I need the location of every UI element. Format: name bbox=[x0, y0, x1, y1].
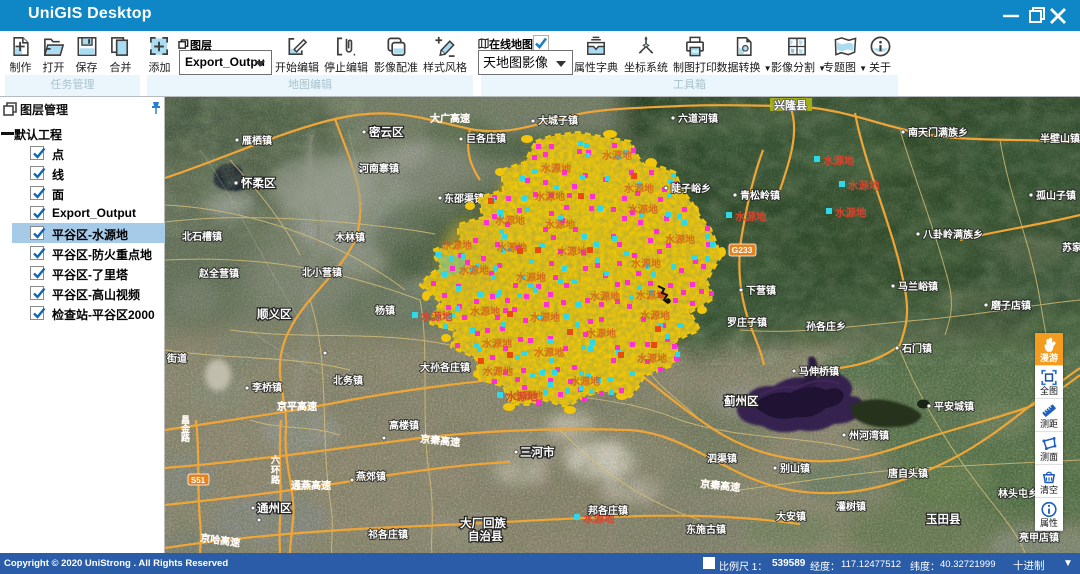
svg-text:木林镇: 木林镇 bbox=[334, 231, 365, 244]
svg-text:平安城镇: 平安城镇 bbox=[934, 400, 974, 413]
svg-text:水源地: 水源地 bbox=[635, 289, 666, 302]
svg-text:马伸桥镇: 马伸桥镇 bbox=[799, 365, 839, 378]
svg-text:大孙各庄镇: 大孙各庄镇 bbox=[420, 361, 470, 374]
svg-text:昌金路: 昌金路 bbox=[180, 415, 191, 443]
svg-text:水源地: 水源地 bbox=[515, 271, 546, 284]
svg-text:北石槽镇: 北石槽镇 bbox=[182, 230, 222, 243]
svg-text:水源地: 水源地 bbox=[630, 257, 661, 270]
svg-text:六环路: 六环路 bbox=[270, 454, 281, 485]
svg-text:通燕高速: 通燕高速 bbox=[291, 479, 331, 492]
svg-text:孙各庄乡: 孙各庄乡 bbox=[806, 320, 846, 333]
svg-text:大城子镇: 大城子镇 bbox=[538, 114, 578, 127]
svg-text:孤山子镇: 孤山子镇 bbox=[1036, 189, 1076, 202]
svg-text:水源地: 水源地 bbox=[420, 310, 453, 323]
svg-text:河南寨镇: 河南寨镇 bbox=[359, 162, 399, 175]
svg-text:马兰峪镇: 马兰峪镇 bbox=[898, 280, 938, 293]
svg-text:水源地: 水源地 bbox=[496, 241, 527, 254]
svg-text:兴隆县: 兴隆县 bbox=[774, 98, 807, 112]
svg-text:罗庄子镇: 罗庄子镇 bbox=[727, 316, 767, 329]
svg-text:水源地: 水源地 bbox=[734, 210, 767, 223]
svg-text:水源地: 水源地 bbox=[627, 203, 658, 216]
svg-text:李桥镇: 李桥镇 bbox=[251, 381, 282, 394]
svg-text:三河市: 三河市 bbox=[520, 445, 555, 459]
svg-text:水源地: 水源地 bbox=[822, 154, 855, 167]
svg-text:水源地: 水源地 bbox=[505, 390, 538, 403]
svg-text:青松岭镇: 青松岭镇 bbox=[740, 189, 780, 202]
svg-text:水源地: 水源地 bbox=[441, 239, 472, 252]
svg-text:水源地: 水源地 bbox=[636, 352, 667, 365]
svg-text:水源地: 水源地 bbox=[569, 375, 600, 388]
svg-text:高楼镇: 高楼镇 bbox=[389, 419, 419, 432]
svg-text:半壁山镇: 半壁山镇 bbox=[1040, 132, 1080, 145]
svg-text:水源地: 水源地 bbox=[601, 149, 632, 162]
svg-text:水源地: 水源地 bbox=[469, 305, 500, 318]
svg-text:杨镇: 杨镇 bbox=[375, 304, 395, 317]
svg-text:水源地: 水源地 bbox=[481, 337, 512, 350]
svg-text:北务镇: 北务镇 bbox=[333, 374, 363, 387]
svg-text:祁各庄镇: 祁各庄镇 bbox=[368, 528, 408, 541]
svg-text:京平高速: 京平高速 bbox=[277, 400, 317, 413]
svg-text:水源地: 水源地 bbox=[623, 182, 654, 195]
svg-text:水源地: 水源地 bbox=[534, 190, 565, 203]
svg-text:通州区: 通州区 bbox=[257, 502, 292, 515]
svg-text:磨子店镇: 磨子店镇 bbox=[990, 299, 1031, 312]
svg-text:唐自头镇: 唐自头镇 bbox=[888, 467, 928, 480]
svg-text:东施古镇: 东施古镇 bbox=[686, 523, 726, 536]
svg-text:北小营镇: 北小营镇 bbox=[302, 266, 342, 279]
svg-text:水源地: 水源地 bbox=[589, 290, 620, 303]
svg-text:六道河镇: 六道河镇 bbox=[678, 112, 718, 125]
svg-text:水源地: 水源地 bbox=[494, 214, 525, 227]
svg-text:南天门满族乡: 南天门满族乡 bbox=[908, 126, 968, 139]
svg-text:陡子峪乡: 陡子峪乡 bbox=[671, 182, 711, 195]
svg-text:泗渠镇: 泗渠镇 bbox=[707, 452, 737, 465]
svg-text:水源地: 水源地 bbox=[639, 309, 670, 322]
svg-text:街道: 街道 bbox=[166, 352, 187, 365]
svg-text:东邵渠镇: 东邵渠镇 bbox=[444, 192, 484, 205]
svg-text:水源地: 水源地 bbox=[458, 264, 489, 277]
svg-text:别山镇: 别山镇 bbox=[779, 462, 810, 475]
svg-text:G233: G233 bbox=[732, 245, 753, 255]
svg-text:八卦岭满族乡: 八卦岭满族乡 bbox=[922, 228, 983, 241]
svg-text:燕郊镇: 燕郊镇 bbox=[356, 470, 386, 483]
svg-text:玉田县: 玉田县 bbox=[926, 513, 961, 526]
svg-text:S51: S51 bbox=[191, 476, 206, 485]
svg-text:雁栖镇: 雁栖镇 bbox=[242, 134, 272, 147]
svg-text:水源地: 水源地 bbox=[540, 162, 571, 175]
svg-text:下营镇: 下营镇 bbox=[746, 284, 776, 297]
svg-text:水源地: 水源地 bbox=[482, 365, 513, 378]
svg-text:怀柔区: 怀柔区 bbox=[241, 176, 276, 190]
svg-text:灌树镇: 灌树镇 bbox=[836, 500, 866, 513]
svg-text:邦各庄镇: 邦各庄镇 bbox=[588, 504, 628, 517]
svg-text:水源地: 水源地 bbox=[529, 311, 560, 324]
svg-text:赵全营镇: 赵全营镇 bbox=[198, 267, 239, 280]
svg-text:林头屯乡: 林头屯乡 bbox=[998, 487, 1038, 500]
svg-text:大广高速: 大广高速 bbox=[430, 112, 470, 125]
svg-text:水源地: 水源地 bbox=[834, 206, 867, 219]
svg-text:密云区: 密云区 bbox=[368, 125, 404, 139]
svg-text:自治县: 自治县 bbox=[468, 529, 503, 543]
svg-text:大厂回族: 大厂回族 bbox=[460, 516, 506, 530]
svg-text:巨各庄镇: 巨各庄镇 bbox=[466, 132, 506, 145]
svg-text:水源地: 水源地 bbox=[544, 218, 575, 231]
svg-text:水源地: 水源地 bbox=[847, 179, 880, 192]
svg-text:水源地: 水源地 bbox=[585, 327, 616, 340]
svg-text:苏家洼镇: 苏家洼镇 bbox=[1062, 241, 1080, 254]
svg-text:水源地: 水源地 bbox=[533, 346, 564, 359]
svg-text:大安镇: 大安镇 bbox=[776, 510, 806, 523]
svg-text:蓟州区: 蓟州区 bbox=[723, 394, 759, 408]
svg-text:水源地: 水源地 bbox=[556, 245, 587, 258]
svg-text:亮甲店镇: 亮甲店镇 bbox=[1019, 531, 1059, 544]
svg-text:石门镇: 石门镇 bbox=[901, 342, 932, 355]
svg-text:水源地: 水源地 bbox=[664, 233, 695, 246]
svg-text:顺义区: 顺义区 bbox=[257, 307, 292, 321]
svg-text:州河湾镇: 州河湾镇 bbox=[848, 429, 889, 442]
